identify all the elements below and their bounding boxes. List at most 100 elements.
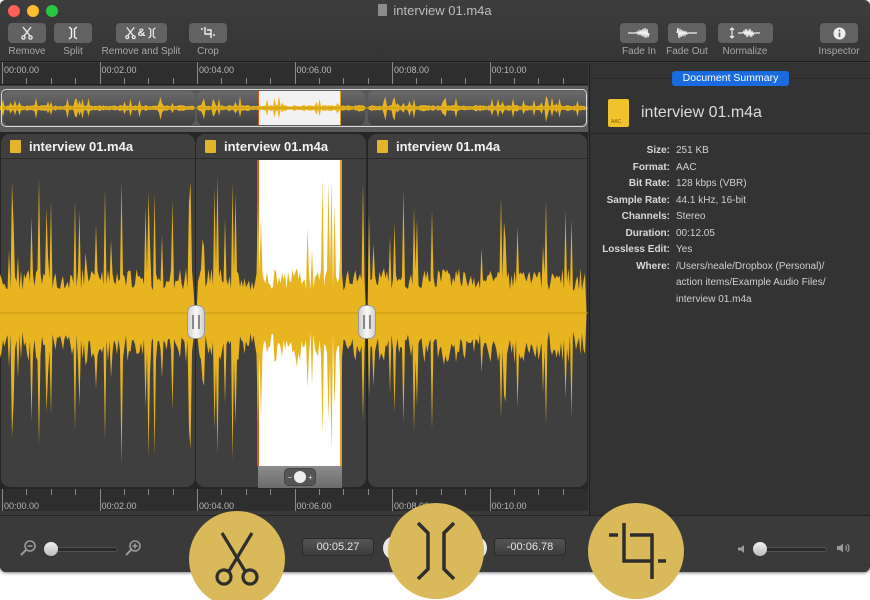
ruler-minor-tick [440, 489, 442, 495]
scissors-icon [124, 27, 136, 40]
ruler-minor-tick [123, 489, 125, 495]
fade-out-button[interactable]: Fade Out [666, 23, 708, 57]
remove-and-split-label: Remove and Split [101, 46, 181, 57]
property-key: Bit Rate: [628, 178, 670, 189]
selection-zoom-control[interactable]: − + [258, 466, 342, 488]
ruler-minor-tick [221, 78, 223, 84]
ruler-major-tick [392, 489, 393, 511]
ruler-minor-tick [513, 78, 515, 84]
zoom-out-icon[interactable] [19, 539, 37, 557]
split-button[interactable]: Split [54, 23, 92, 57]
ruler-label: 00:04.00 [199, 65, 235, 75]
clip-join-handle[interactable] [358, 305, 376, 339]
split-icon [148, 27, 157, 39]
ruler-minor-tick [26, 489, 28, 495]
ampersand-glyph: & [137, 27, 146, 39]
timeline-ruler-top[interactable]: 00:00.00 00:02.00 00:04.00 00:06.00 00:08.00… [0, 62, 588, 85]
ruler-label: 00:02.00 [101, 65, 137, 75]
inspector-button[interactable]: Inspector [816, 23, 862, 57]
main-waveform [0, 176, 588, 466]
tab-document-summary[interactable]: Document Summary [672, 71, 789, 86]
ruler-minor-tick [367, 489, 369, 495]
ruler-major-tick [99, 62, 101, 84]
crop-button[interactable]: Crop [189, 23, 227, 57]
ruler-major-tick [197, 489, 198, 511]
property-value: 251 KB [676, 145, 709, 156]
ruler-minor-tick [75, 78, 77, 84]
zoom-slider-knob[interactable] [44, 542, 58, 556]
waveform-path [0, 176, 588, 466]
ruler-minor-tick [148, 489, 150, 495]
volume-slider-knob[interactable] [753, 542, 767, 556]
property-value: Stereo [676, 211, 706, 222]
remove-button[interactable]: Remove [8, 23, 46, 57]
fade-out-label: Fade Out [666, 46, 708, 57]
ruler-minor-tick [75, 489, 77, 495]
ruler-major-tick [2, 62, 3, 84]
property-value: 128 kbps (VBR) [676, 178, 747, 189]
zoom-in-glyph: + [308, 472, 313, 482]
property-value: /Users/neale/Dropbox (Personal)/ action … [676, 260, 826, 305]
property-key: Sample Rate: [606, 194, 670, 206]
ruler-minor-tick [270, 78, 272, 84]
overview-strip[interactable] [0, 86, 588, 132]
normalize-icon [729, 27, 760, 39]
normalize-button[interactable]: Normalize [716, 23, 774, 57]
ruler-minor-tick [416, 78, 418, 84]
ruler-minor-tick [318, 489, 320, 495]
clip-name: interview 01.m4a [224, 138, 329, 154]
inspector-panel: Document Summary interview 01.m4a Size: 2… [589, 63, 870, 515]
dial-icon [294, 471, 306, 483]
ruler-label: 00:06.00 [296, 65, 332, 75]
ruler-minor-tick [245, 78, 247, 84]
ruler-minor-tick [562, 78, 564, 84]
remove-and-split-button[interactable]: & Remove and Split [100, 23, 182, 57]
timeline-ruler-bottom[interactable]: 00:00.00 00:02.00 00:04.00 00:06.00 00:08.00… [0, 489, 588, 511]
volume-low-icon [738, 545, 744, 553]
ruler-minor-tick [172, 78, 174, 84]
ruler-minor-tick [343, 489, 345, 495]
clip-header: interview 01.m4a [196, 134, 366, 159]
ruler-minor-tick [465, 489, 467, 495]
property-row: Where: /Users/neale/Dropbox (Personal)/ a… [590, 259, 870, 309]
aac-file-icon [205, 139, 216, 153]
clip-name: interview 01.m4a [396, 138, 501, 154]
split-label: Split [63, 46, 83, 57]
property-key: Lossless Edit: [602, 244, 670, 255]
ruler-minor-tick [416, 489, 418, 495]
overview-visible-frame[interactable] [1, 89, 587, 127]
inspector-file-name: interview 01.m4a [641, 104, 762, 121]
ruler-label: 00:00.00 [4, 501, 40, 511]
ruler-minor-tick [26, 78, 28, 84]
property-row: Sample Rate: 44.1 kHz, 16-bit [590, 193, 870, 210]
clip-header: interview 01.m4a [368, 134, 587, 159]
clip-name: interview 01.m4a [29, 138, 134, 154]
fade-in-button[interactable]: Fade In [620, 23, 658, 57]
property-value: Yes [676, 244, 693, 255]
fade-out-icon [676, 27, 697, 39]
ruler-label: 00:04.00 [199, 501, 235, 511]
overlay-crop-button[interactable] [588, 503, 684, 599]
property-key: Duration: [625, 227, 670, 239]
property-row: Size: 251 KB [590, 143, 870, 160]
current-time-display: 00:05.27 [302, 538, 374, 556]
info-icon [833, 27, 845, 39]
clip-join-handle[interactable] [187, 305, 205, 339]
property-key: Channels: [621, 211, 670, 222]
ruler-minor-tick [50, 489, 52, 495]
ruler-minor-tick [123, 78, 125, 84]
ruler-major-tick [2, 489, 3, 511]
ruler-label: 00:10.00 [491, 65, 527, 75]
property-row: Lossless Edit: Yes [590, 242, 870, 259]
aac-file-icon [377, 139, 388, 153]
ruler-minor-tick [562, 489, 564, 495]
ruler-minor-tick [172, 489, 174, 495]
overlay-remove-button[interactable] [189, 511, 285, 600]
fade-in-icon [628, 27, 650, 39]
zoom-in-icon[interactable] [124, 539, 142, 557]
overlay-split-button[interactable] [388, 503, 484, 599]
split-icon [416, 521, 456, 581]
zoom-dial-knob[interactable]: − + [284, 468, 316, 486]
inspector-label: Inspector [818, 46, 860, 57]
ruler-minor-tick [465, 78, 467, 84]
